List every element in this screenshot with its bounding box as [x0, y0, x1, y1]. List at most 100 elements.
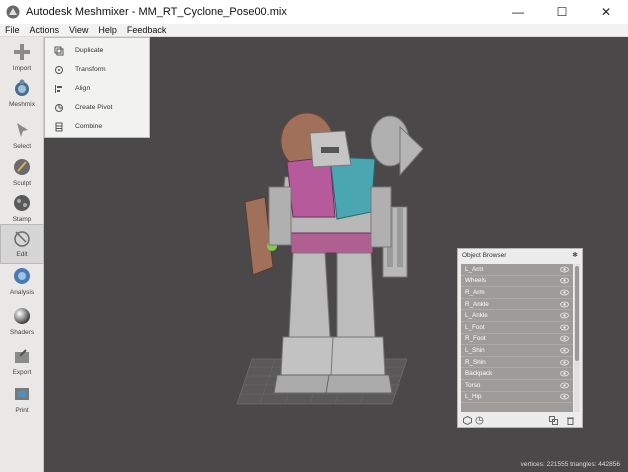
visibility-eye-icon[interactable]	[560, 312, 569, 319]
menu-actions[interactable]: Actions	[25, 25, 65, 35]
list-item[interactable]: L_Ankle	[461, 310, 573, 322]
analysis-icon	[11, 265, 33, 287]
mesh-stats-status: vertices: 221555 triangles: 442856	[520, 461, 620, 468]
list-item[interactable]: Backpack	[461, 368, 573, 380]
visibility-eye-icon[interactable]	[560, 347, 569, 354]
list-item[interactable]: Torso	[461, 380, 573, 392]
object-name: L_Shin	[465, 346, 485, 354]
list-item[interactable]: L_Foot	[461, 322, 573, 334]
visibility-eye-icon[interactable]	[560, 277, 569, 284]
edit-menu-transform[interactable]: Transform	[45, 60, 149, 79]
tool-select[interactable]: Select	[0, 117, 44, 157]
edit-menu-duplicate[interactable]: Duplicate	[45, 41, 149, 60]
object-name: R_Foot	[465, 335, 486, 343]
object-name: L_Ankle	[465, 312, 488, 320]
object-list[interactable]: L_Arm Wheels R_Arm R_Ankle L_Ankle L_Foot R_Fo…	[461, 264, 573, 412]
list-item[interactable]: R_Arm	[461, 287, 573, 299]
minimize-button[interactable]: —	[496, 0, 540, 24]
list-item[interactable]: L_Shin	[461, 345, 573, 357]
tool-meshmix[interactable]: Meshmix	[0, 75, 44, 115]
list-item[interactable]: R_Ankle	[461, 299, 573, 311]
tool-label: Edit	[16, 251, 28, 258]
scrollbar-thumb[interactable]	[575, 266, 579, 361]
visibility-eye-icon[interactable]	[560, 289, 569, 296]
list-item[interactable]: R_Shin	[461, 357, 573, 369]
cube-icon[interactable]	[462, 415, 473, 426]
tool-label: Shaders	[9, 329, 35, 336]
export-icon	[11, 345, 33, 367]
tool-edit[interactable]: Edit	[0, 224, 44, 264]
visibility-eye-icon[interactable]	[560, 359, 569, 366]
close-button[interactable]: ✕	[584, 0, 628, 24]
combine-icon	[53, 121, 65, 133]
edit-menu-label: Align	[75, 85, 91, 92]
tool-print[interactable]: Print	[0, 381, 44, 421]
print-icon	[11, 383, 33, 405]
object-name: R_Shin	[465, 358, 486, 366]
pie-chart-icon[interactable]	[474, 415, 485, 426]
tool-import[interactable]: Import	[0, 39, 44, 79]
object-name: R_Ankle	[465, 300, 489, 308]
tool-label: Sculpt	[12, 180, 32, 187]
object-name: L_Hip	[465, 393, 482, 401]
menu-view[interactable]: View	[64, 25, 93, 35]
edit-icon	[11, 227, 33, 249]
object-name: L_Foot	[465, 323, 485, 331]
object-name: Backpack	[465, 370, 493, 378]
object-browser-panel: Object Browser ✱ L_Arm Wheels R_Arm R_Ankle…	[457, 248, 583, 428]
menu-bar: File Actions View Help Feedback	[0, 24, 628, 37]
object-name: R_Arm	[465, 288, 485, 296]
visibility-eye-icon[interactable]	[560, 370, 569, 377]
tool-label: Print	[15, 407, 29, 414]
list-item[interactable]: R_Foot	[461, 334, 573, 346]
transform-icon	[53, 64, 65, 76]
tool-label: Select	[12, 143, 32, 150]
menu-file[interactable]: File	[0, 25, 25, 35]
duplicate-icon	[53, 45, 65, 57]
menu-feedback[interactable]: Feedback	[122, 25, 172, 35]
object-name: L_Arm	[465, 265, 484, 273]
meshmix-icon	[11, 77, 33, 99]
edit-menu-create-pivot[interactable]: Create Pivot	[45, 98, 149, 117]
duplicate-object-icon[interactable]	[548, 415, 559, 426]
menu-help[interactable]: Help	[93, 25, 122, 35]
visibility-eye-icon[interactable]	[560, 301, 569, 308]
object-browser-title: Object Browser	[462, 252, 507, 259]
tool-analysis[interactable]: Analysis	[0, 263, 44, 303]
list-item[interactable]: L_Hip	[461, 392, 573, 404]
maximize-button[interactable]: ☐	[540, 0, 584, 24]
trash-icon[interactable]	[565, 415, 576, 426]
list-item[interactable]: L_Arm	[461, 264, 573, 276]
settings-icon[interactable]: ✱	[572, 251, 578, 259]
tool-label: Analysis	[9, 289, 35, 296]
object-list-scrollbar[interactable]	[574, 264, 580, 412]
visibility-eye-icon[interactable]	[560, 266, 569, 273]
tool-label: Meshmix	[8, 101, 35, 108]
tool-export[interactable]: Export	[0, 343, 44, 383]
edit-menu-label: Combine	[75, 123, 103, 130]
stamp-icon	[11, 192, 33, 214]
visibility-eye-icon[interactable]	[560, 393, 569, 400]
visibility-eye-icon[interactable]	[560, 335, 569, 342]
visibility-eye-icon[interactable]	[560, 324, 569, 331]
main-toolbar: Import Meshmix Select Sculpt Stamp Edit	[0, 37, 44, 472]
window-title: Autodesk Meshmixer - MM_RT_Cyclone_Pose0…	[26, 6, 287, 18]
edit-menu-combine[interactable]: Combine	[45, 117, 149, 136]
tool-label: Import	[12, 65, 32, 72]
edit-menu-label: Transform	[75, 66, 106, 73]
tool-label: Stamp	[12, 216, 32, 223]
object-name: Torso	[465, 381, 481, 389]
object-name: Wheels	[465, 277, 486, 285]
visibility-eye-icon[interactable]	[560, 382, 569, 389]
tool-sculpt[interactable]: Sculpt	[0, 154, 44, 194]
edit-menu-label: Create Pivot	[75, 104, 113, 111]
object-browser-footer	[458, 414, 582, 428]
pivot-icon	[53, 102, 65, 114]
list-item[interactable]: Wheels	[461, 276, 573, 288]
edit-menu-label: Duplicate	[75, 47, 104, 54]
edit-menu-align[interactable]: Align	[45, 79, 149, 98]
align-icon	[53, 83, 65, 95]
title-bar: Autodesk Meshmixer - MM_RT_Cyclone_Pose0…	[0, 0, 628, 24]
edit-menu-panel: Duplicate Transform Align Create Pivot C…	[44, 37, 150, 138]
tool-shaders[interactable]: Shaders	[0, 303, 44, 343]
